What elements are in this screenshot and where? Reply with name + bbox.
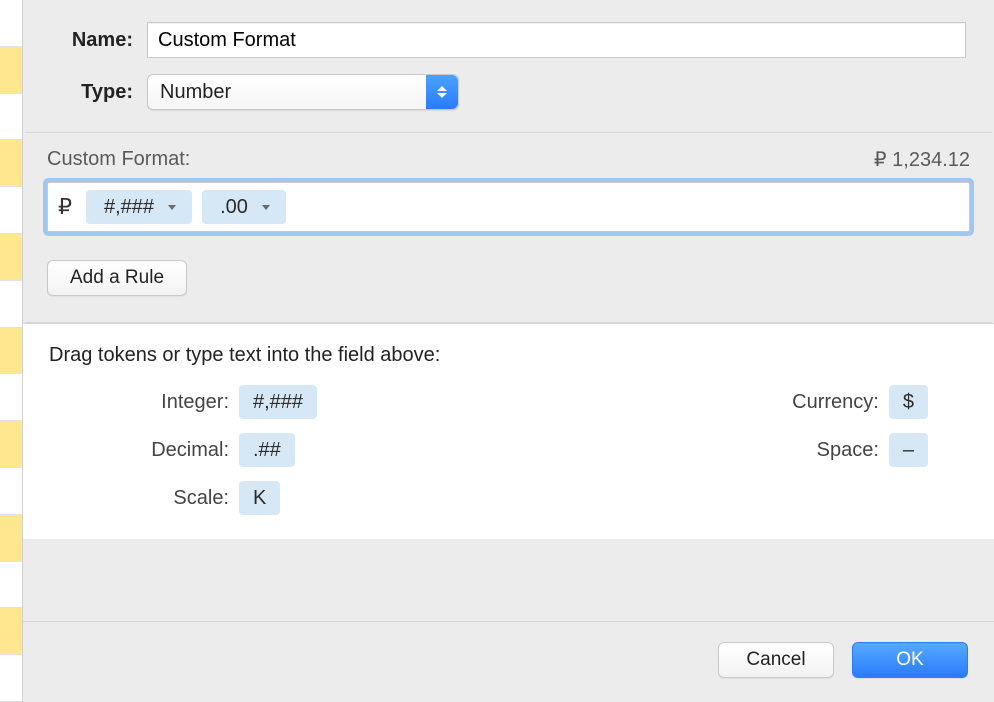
token-palette-row: Space:– [779,433,928,467]
format-preview: ₽ 1,234.12 [874,147,970,172]
token-palette-row: Currency: $ [779,385,928,419]
format-token-field[interactable]: ₽ #,### .00 [47,182,970,232]
add-rule-button[interactable]: Add a Rule [47,260,187,296]
token-palette-row: Decimal: .## [129,433,317,467]
token-palette-label: Integer: [129,391,229,414]
token-palette-label: Scale: [129,487,229,510]
ok-button[interactable]: OK [852,642,968,678]
custom-format-heading: Custom Format: [47,148,190,171]
palette-token-left-1[interactable]: .## [239,433,295,467]
name-label: Name: [51,29,147,52]
cancel-button[interactable]: Cancel [718,642,834,678]
token-palette-left: Integer: #,### Decimal: .## Scale: K [129,385,317,515]
format-token-0[interactable]: #,### [86,190,192,224]
updown-stepper-icon [426,75,458,109]
token-palette-label: Currency: [779,391,879,414]
type-select[interactable]: Number [147,74,459,110]
palette-token-right-1[interactable]: – [889,433,928,467]
token-palette-right: Currency: $ Space:– [779,385,928,515]
token-palette-label: Decimal: [129,439,229,462]
palette-token-right-0[interactable]: $ [889,385,928,419]
token-palette-label: Space: [779,439,879,462]
type-label: Type: [51,81,147,104]
type-select-value: Number [160,81,231,104]
format-prefix-text: ₽ [58,194,76,220]
name-input[interactable] [147,22,966,58]
palette-token-left-0[interactable]: #,### [239,385,317,419]
token-palette-row: Scale: K [129,481,317,515]
token-palette-row: Integer: #,### [129,385,317,419]
custom-format-sheet: Name: Type: Number Custom Format: ₽ 1,23… [22,0,994,702]
format-token-1[interactable]: .00 [202,190,286,224]
palette-token-left-2[interactable]: K [239,481,280,515]
chevron-down-icon [262,205,270,210]
token-palette-instruction: Drag tokens or type text into the field … [49,344,968,367]
chevron-down-icon [168,205,176,210]
